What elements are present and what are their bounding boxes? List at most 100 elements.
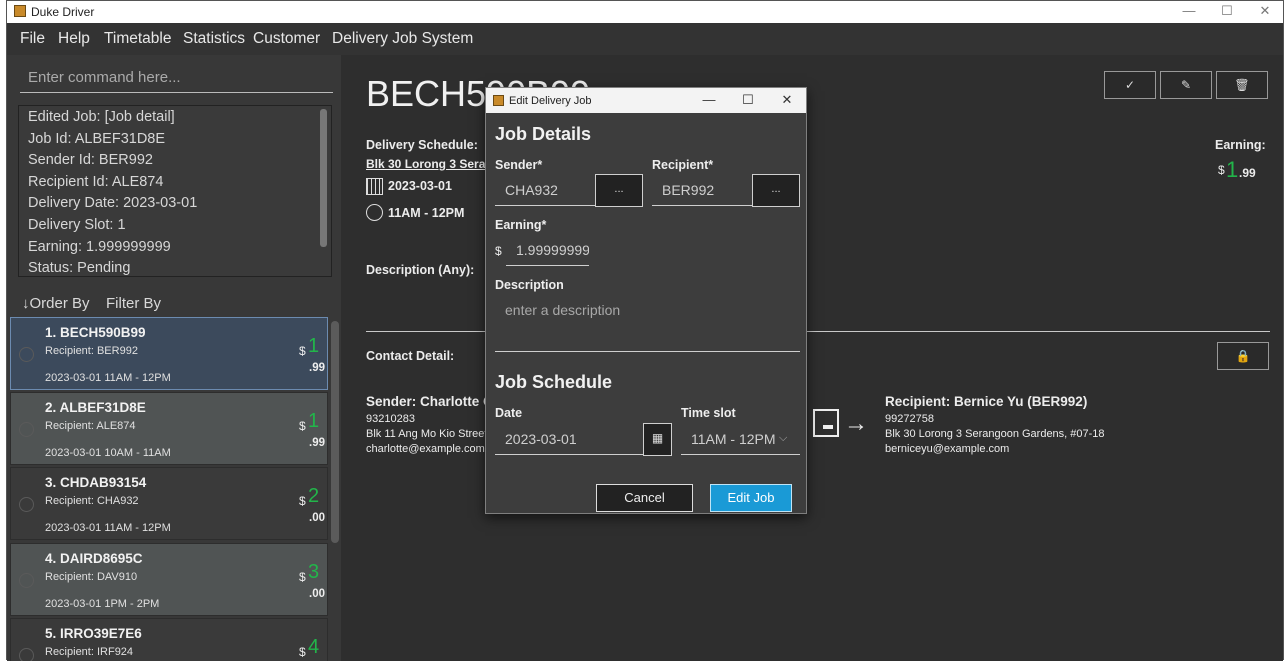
job-card[interactable]: 3. CHDAB93154 Recipient: CHA932 2023-03-… bbox=[10, 467, 328, 540]
job-datetime: 2023-03-01 11AM - 12PM bbox=[45, 522, 171, 534]
job-select-radio[interactable] bbox=[19, 648, 34, 661]
dialog-title-bar: Edit Delivery Job — ☐ ✕ bbox=[486, 88, 806, 113]
job-card[interactable]: 2. ALBEF31D8E Recipient: ALE874 2023-03-… bbox=[10, 392, 328, 465]
result-scrollbar[interactable] bbox=[320, 109, 327, 247]
result-line: Delivery Date: 2023-03-01 bbox=[28, 195, 198, 212]
result-display: Edited Job: [Job detail] Job Id: ALBEF31… bbox=[18, 105, 332, 277]
job-details-heading: Job Details bbox=[495, 124, 592, 144]
filter-by-button[interactable]: Filter By bbox=[106, 295, 161, 312]
sender-picker-button[interactable]: ... bbox=[595, 174, 643, 207]
result-line: Status: Pending bbox=[28, 260, 131, 277]
menu-file[interactable]: File bbox=[20, 30, 45, 48]
maximize-button[interactable]: ☐ bbox=[1215, 3, 1239, 21]
close-button[interactable]: ✕ bbox=[1253, 3, 1277, 21]
result-line: Edited Job: [Job detail] bbox=[28, 109, 175, 125]
job-currency: $ bbox=[299, 494, 306, 508]
earning-amount: 1 bbox=[1226, 157, 1239, 182]
job-cents: .00 bbox=[309, 588, 325, 600]
sender-field[interactable]: CHA932 bbox=[495, 174, 595, 206]
job-amount: 2 bbox=[308, 485, 320, 507]
dialog-app-icon bbox=[493, 95, 504, 106]
sender-label: Sender* bbox=[495, 158, 543, 172]
sender-email: charlotte@example.com bbox=[366, 443, 485, 455]
description-label: Description bbox=[495, 278, 564, 292]
job-currency: $ bbox=[299, 419, 306, 433]
earning-currency: $ bbox=[1218, 163, 1225, 177]
calendar-icon bbox=[366, 178, 383, 195]
recipient-email: berniceyu@example.com bbox=[885, 443, 1010, 455]
menu-help[interactable]: Help bbox=[58, 30, 90, 48]
result-line: Job Id: ALBEF31D8E bbox=[28, 130, 166, 147]
minimize-button[interactable]: — bbox=[1177, 3, 1201, 21]
recipient-phone: 99272758 bbox=[885, 413, 934, 425]
cancel-button[interactable]: Cancel bbox=[596, 484, 693, 512]
contact-label: Contact Detail: bbox=[366, 349, 455, 363]
app-icon bbox=[14, 5, 26, 17]
job-title: 1. BECH590B99 bbox=[45, 325, 146, 340]
dialog-title: Edit Delivery Job bbox=[509, 95, 592, 107]
edit-job-button[interactable]: ✎ bbox=[1160, 71, 1212, 99]
job-recipient: Recipient: DAV910 bbox=[45, 571, 138, 583]
date-label: Date bbox=[495, 406, 523, 420]
job-cents: .00 bbox=[309, 512, 325, 524]
edit-job-button[interactable]: Edit Job bbox=[710, 484, 792, 512]
job-datetime: 2023-03-01 1PM - 2PM bbox=[45, 598, 160, 610]
dialog-close-button[interactable]: ✕ bbox=[776, 92, 798, 108]
job-detail-panel: BECH590B99 ✓ ✎ 🗑 Delivery Schedule: Blk … bbox=[341, 55, 1283, 661]
result-line: Earning: 1.999999999 bbox=[28, 238, 171, 255]
earning-label: Earning* bbox=[495, 218, 547, 232]
title-bar: Duke Driver — ☐ ✕ bbox=[7, 1, 1283, 23]
job-select-radio[interactable] bbox=[19, 347, 34, 362]
job-list-scrollbar[interactable] bbox=[331, 321, 339, 543]
lock-button[interactable]: 🔒 bbox=[1217, 342, 1269, 370]
recipient-picker-button[interactable]: ... bbox=[752, 174, 800, 207]
gift-icon bbox=[813, 409, 839, 437]
timeslot-label: Time slot bbox=[681, 406, 736, 420]
menu-bar: File Help Timetable Statistics Customer … bbox=[7, 23, 1283, 55]
earning-currency: $ bbox=[495, 244, 502, 258]
chevron-down-icon: ⌵ bbox=[779, 432, 788, 444]
job-card[interactable]: 4. DAIRD8695C Recipient: DAV910 2023-03-… bbox=[10, 543, 328, 616]
menu-customer[interactable]: Customer bbox=[253, 30, 320, 48]
job-card[interactable]: 1. BECH590B99 Recipient: BER992 2023-03-… bbox=[10, 317, 328, 390]
sender-phone: 93210283 bbox=[366, 413, 415, 425]
job-currency: $ bbox=[299, 344, 306, 358]
job-datetime: 2023-03-01 11AM - 12PM bbox=[45, 372, 171, 384]
earning-label: Earning: bbox=[1215, 138, 1266, 152]
menu-statistics[interactable]: Statistics bbox=[183, 30, 245, 48]
recipient-field[interactable]: BER992 bbox=[652, 174, 752, 206]
job-select-radio[interactable] bbox=[19, 497, 34, 512]
command-input[interactable]: Enter command here... bbox=[20, 65, 333, 93]
job-recipient: Recipient: IRF924 bbox=[45, 646, 134, 658]
job-card[interactable]: 5. IRRO39E7E6 Recipient: IRF924 $ 4 bbox=[10, 618, 328, 661]
job-recipient: Recipient: ALE874 bbox=[45, 420, 136, 432]
edit-delivery-job-dialog: Edit Delivery Job — ☐ ✕ Job Details Send… bbox=[485, 87, 807, 514]
window-title: Duke Driver bbox=[31, 5, 95, 19]
description-field[interactable]: enter a description bbox=[495, 294, 800, 352]
earning-field[interactable]: 1.999999999 bbox=[506, 234, 589, 266]
calendar-picker-button[interactable]: ▦ bbox=[643, 423, 672, 456]
description-label: Description (Any): bbox=[366, 263, 475, 277]
job-cents: .99 bbox=[309, 437, 325, 449]
order-by-button[interactable]: ↓Order By bbox=[22, 295, 90, 312]
result-line: Recipient Id: ALE874 bbox=[28, 173, 164, 190]
job-amount: 3 bbox=[308, 561, 320, 583]
job-title: 5. IRRO39E7E6 bbox=[45, 626, 142, 641]
job-title: 3. CHDAB93154 bbox=[45, 475, 147, 490]
menu-delivery-job-system[interactable]: Delivery Job System bbox=[332, 30, 473, 48]
job-select-radio[interactable] bbox=[19, 573, 34, 588]
job-select-radio[interactable] bbox=[19, 422, 34, 437]
delivery-slot: 11AM - 12PM bbox=[388, 206, 465, 220]
dialog-maximize-button[interactable]: ☐ bbox=[737, 92, 759, 108]
job-currency: $ bbox=[299, 645, 306, 659]
job-cents: .99 bbox=[309, 362, 325, 374]
job-recipient: Recipient: CHA932 bbox=[45, 495, 139, 507]
job-schedule-heading: Job Schedule bbox=[495, 372, 613, 392]
menu-timetable[interactable]: Timetable bbox=[104, 30, 171, 48]
job-datetime: 2023-03-01 10AM - 11AM bbox=[45, 447, 171, 459]
complete-job-button[interactable]: ✓ bbox=[1104, 71, 1156, 99]
result-line: Delivery Slot: 1 bbox=[28, 216, 126, 233]
delete-job-button[interactable]: 🗑 bbox=[1216, 71, 1268, 99]
dialog-minimize-button[interactable]: — bbox=[698, 92, 720, 107]
date-field[interactable]: 2023-03-01 bbox=[495, 423, 643, 455]
